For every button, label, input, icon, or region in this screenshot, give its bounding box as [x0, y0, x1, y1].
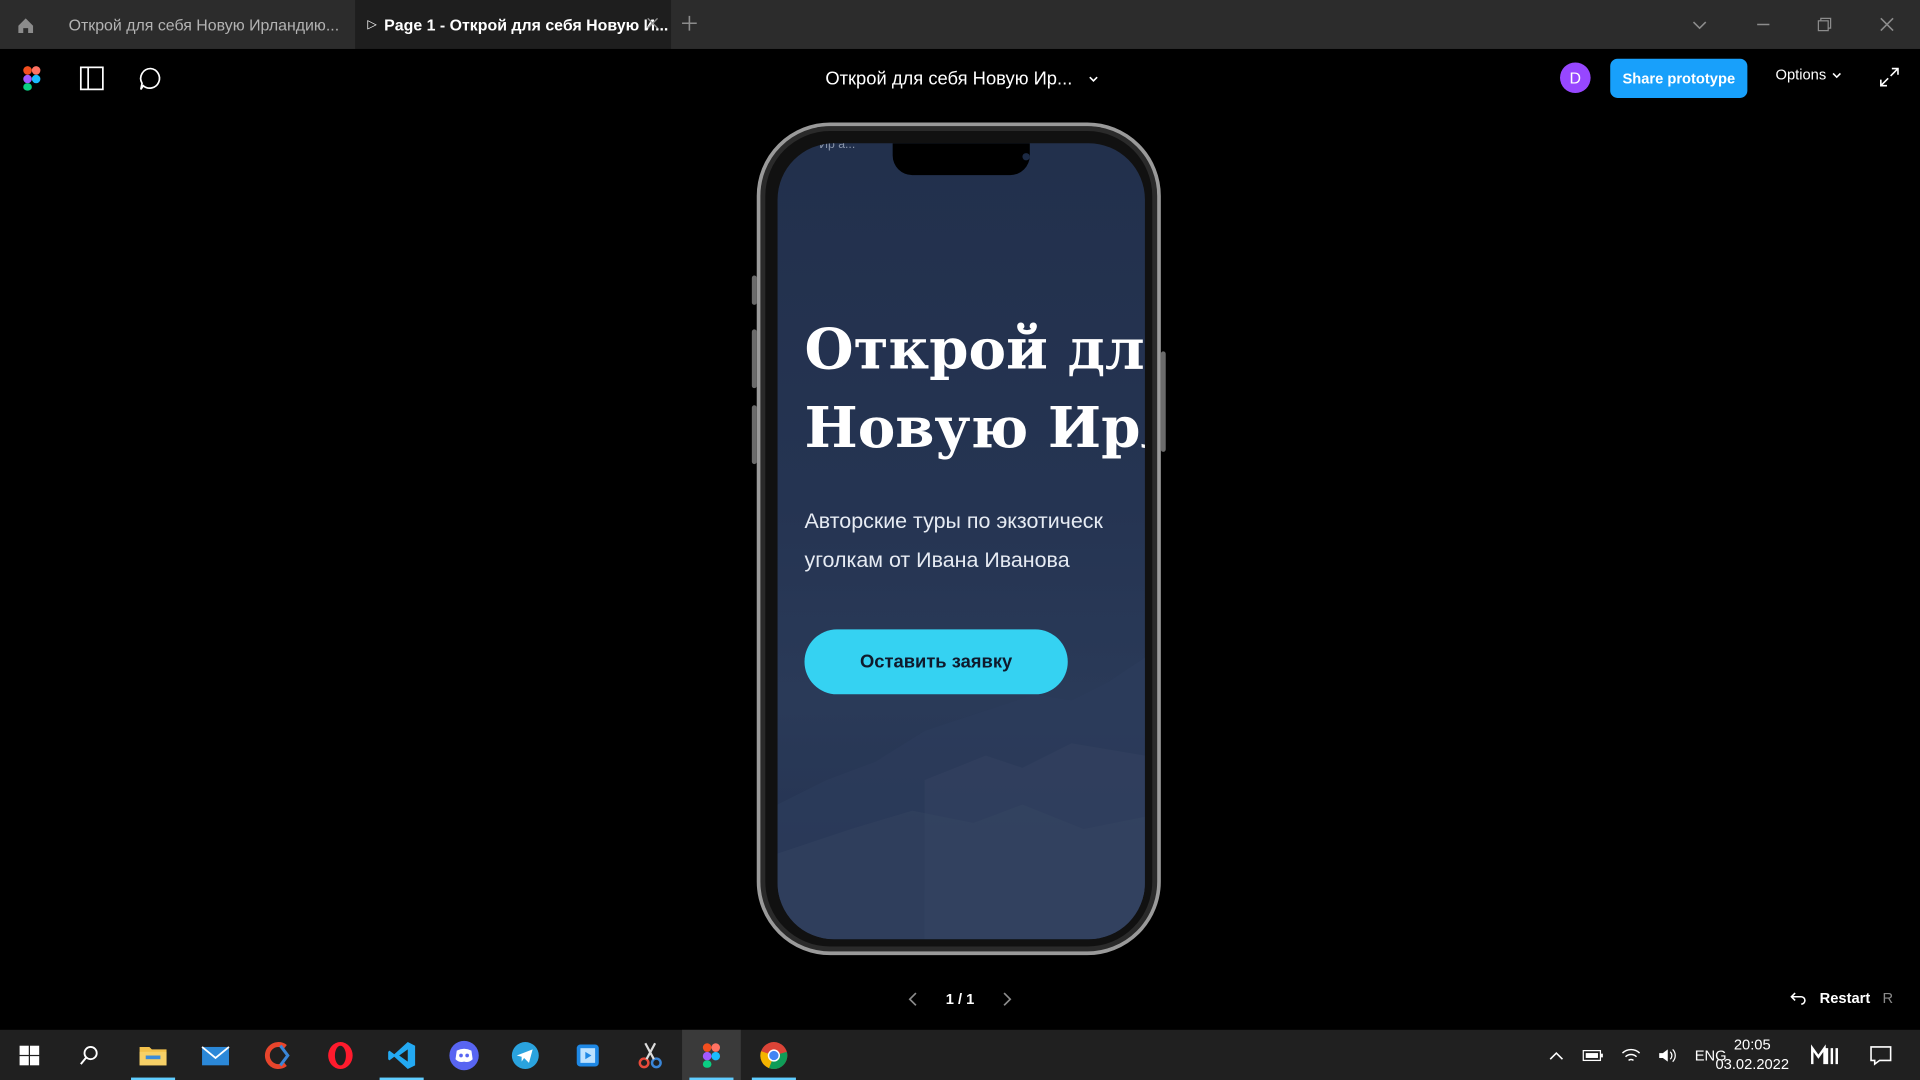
vscode-icon[interactable] — [372, 1030, 431, 1080]
clock-time: 20:05 — [1733, 1035, 1771, 1054]
title-bar: Открой для себя Новую Ирландию... ▷ Page… — [0, 0, 1920, 49]
hero-subtitle-line: Авторские туры по экзотическ — [804, 508, 1103, 533]
hero-subtitle-line: уголкам от Ивана Иванова — [804, 547, 1070, 572]
chevron-down-icon — [1088, 76, 1098, 82]
file-title: Открой для себя Новую Ир... — [825, 67, 1073, 89]
notifications-icon[interactable] — [1851, 1030, 1910, 1080]
phone-frame: Ир а... Открой для Новую Ирла Авторские … — [751, 122, 1166, 956]
chevron-right-icon[interactable] — [999, 991, 1014, 1008]
mail-icon[interactable] — [186, 1030, 245, 1080]
restart-button[interactable]: Restart R — [1790, 989, 1894, 1007]
media-player-icon[interactable] — [558, 1030, 617, 1080]
fullscreen-icon[interactable] — [1878, 66, 1900, 88]
figma-logo-icon[interactable] — [22, 65, 42, 92]
clock-date: 03.02.2022 — [1715, 1055, 1790, 1073]
restore-icon[interactable] — [1812, 12, 1836, 36]
restart-shortcut: R — [1882, 989, 1894, 1007]
taskbar: ENG 20:05 03.02.2022 — [0, 1029, 1920, 1080]
home-icon[interactable] — [12, 12, 39, 39]
chevron-left-icon[interactable] — [906, 991, 921, 1008]
search-icon[interactable] — [60, 1030, 119, 1080]
leave-request-button[interactable]: Оставить заявку — [804, 629, 1068, 695]
battery-icon[interactable] — [1582, 1048, 1604, 1063]
close-window-icon[interactable] — [1875, 12, 1899, 36]
telegram-icon[interactable] — [496, 1030, 555, 1080]
prototype-screen[interactable]: Ир а... Открой для Новую Ирла Авторские … — [777, 143, 1145, 940]
share-prototype-button[interactable]: Share prototype — [1610, 58, 1748, 98]
tab-file[interactable]: Открой для себя Новую Ирландию... — [56, 0, 350, 49]
chevron-up-icon[interactable] — [1548, 1049, 1565, 1061]
play-icon: ▷ — [367, 17, 377, 32]
start-icon[interactable] — [0, 1030, 59, 1080]
minimize-icon[interactable] — [1751, 12, 1775, 36]
page-navigator: 1 / 1 — [906, 987, 1014, 1011]
snipping-icon[interactable] — [621, 1030, 680, 1080]
tab-label: Page 1 - Открой для себя Новую И... — [384, 15, 669, 34]
file-title-dropdown[interactable]: Открой для себя Новую Ир... — [825, 66, 1099, 90]
figma-icon[interactable] — [682, 1029, 741, 1080]
chevron-down-icon[interactable] — [1687, 12, 1711, 36]
opera-icon[interactable] — [311, 1030, 370, 1080]
hero-title-line: Новую Ирла — [804, 394, 1144, 461]
new-tab-icon[interactable] — [678, 12, 700, 34]
system-tray: ENG — [1548, 1030, 1727, 1080]
phone-side-button — [1160, 351, 1166, 452]
file-explorer-icon[interactable] — [124, 1030, 183, 1080]
ccleaner-icon[interactable] — [249, 1030, 308, 1080]
restart-icon — [1790, 992, 1806, 1005]
hero-title: Открой для Новую Ирла — [804, 310, 1144, 467]
clock[interactable]: 20:05 03.02.2022 — [1709, 1035, 1795, 1074]
tab-prototype[interactable]: ▷ Page 1 - Открой для себя Новую И... — [355, 0, 672, 49]
chevron-down-icon — [1832, 72, 1842, 79]
tab-label: Открой для себя Новую Ирландию... — [68, 15, 340, 34]
avatar[interactable]: D — [1560, 62, 1591, 94]
sidebar-toggle-icon[interactable] — [78, 65, 105, 92]
close-tab-icon[interactable] — [644, 15, 661, 32]
volume-icon[interactable] — [1658, 1046, 1678, 1063]
chrome-icon[interactable] — [744, 1030, 803, 1080]
hero-title-line: Открой для — [804, 315, 1145, 383]
phone-notch — [892, 143, 1030, 176]
page-counter: 1 / 1 — [945, 990, 975, 1008]
camera-icon — [1022, 153, 1030, 161]
peek-text: Ир а... — [819, 143, 856, 152]
prototype-toolbar: Открой для себя Новую Ир... D Share prot… — [0, 48, 1920, 108]
restart-label: Restart — [1819, 989, 1871, 1007]
hero-subtitle: Авторские туры по экзотическ уголкам от … — [804, 501, 1102, 579]
options-label: Options — [1775, 66, 1827, 84]
news-widget-icon[interactable] — [1795, 1030, 1854, 1080]
phone-side-button — [751, 329, 757, 389]
discord-icon[interactable] — [435, 1030, 494, 1080]
phone-side-button — [751, 405, 757, 465]
wifi-icon[interactable] — [1621, 1046, 1641, 1063]
options-button[interactable]: Options — [1776, 66, 1844, 83]
comment-icon[interactable] — [137, 65, 164, 92]
phone-side-button — [751, 275, 757, 305]
